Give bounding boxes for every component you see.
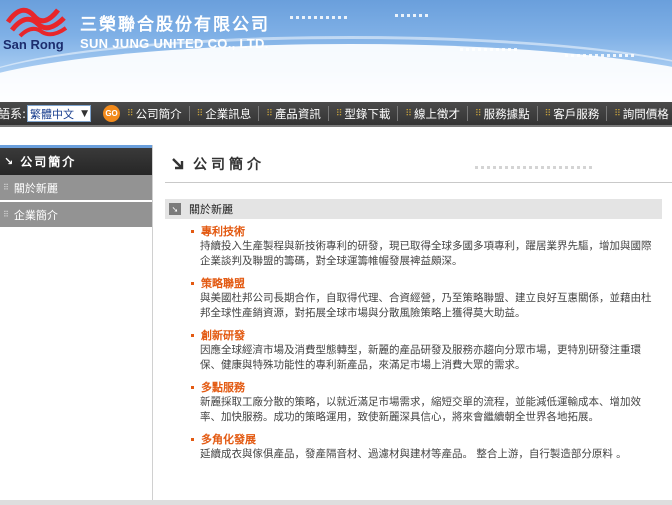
nav-bullet-icon: ⠿ (196, 108, 204, 119)
list-item-line: 企業談判及聯盟的籌碼，對全球運籌帷幄發展裨益頗深。 (200, 255, 463, 267)
company-logo-icon[interactable] (4, 0, 74, 40)
main-nav-bar: 語系: 繁體中文 ▼ GO ⠿ 公司簡介 ⠿ 企業訊息 ⠿ 產品資訊 ⠿ 型錄下… (0, 102, 672, 127)
list-item-title: 策略聯盟 (190, 275, 660, 291)
list-item-title: 專利技術 (190, 223, 660, 239)
nav-item-label: 服務據點 (483, 106, 530, 121)
item-title-text: 創新研發 (201, 329, 245, 342)
nav-bullet-icon: ⠿ (405, 108, 412, 119)
nav-item-label: 客戶服務 (553, 106, 600, 121)
nav-item-label: 線上徵才 (414, 106, 461, 121)
main-content: 公司簡介 ➘ 關於新麗 專利技術 持續投入生產製程與新技術專利的研發，現已取得全… (165, 145, 672, 505)
nav-divider (188, 106, 190, 121)
page-title-bar: 公司簡介 (165, 145, 672, 183)
feature-list: 專利技術 持續投入生產製程與新技術專利的研發，現已取得全球多國多項專利，躍居業界… (190, 223, 660, 462)
list-item-title: 創新研發 (190, 327, 660, 343)
nav-item-label: 型錄下載 (344, 106, 391, 121)
section-header: ➘ 關於新麗 (165, 199, 662, 219)
list-item: 多角化發展 延續成衣與傢俱產品，發產隔音材、過濾材與建材等產品。 整合上游，自行… (190, 431, 660, 462)
decorative-dots (460, 40, 530, 59)
nav-item-products[interactable]: ⠿ 產品資訊 (266, 106, 321, 122)
language-select[interactable]: 繁體中文 ▼ (27, 105, 92, 122)
nav-item-catalog-download[interactable]: ⠿ 型錄下載 (336, 106, 391, 122)
arrow-down-right-icon (172, 157, 184, 169)
nav-item-news[interactable]: ⠿ 企業訊息 (197, 106, 252, 122)
arrow-right-icon: ➘ (169, 203, 181, 215)
footer-divider (0, 500, 672, 505)
nav-divider (606, 106, 608, 121)
nav-divider (467, 106, 469, 121)
item-title-text: 多角化發展 (201, 433, 256, 446)
decorative-dots (475, 157, 645, 176)
site-header: San Rong 三榮聯合股份有限公司 SUN JUNG UNITED CO.,… (0, 0, 672, 102)
nav-item-about[interactable]: ⠿ 公司簡介 (127, 106, 182, 122)
nav-item-locations[interactable]: ⠿ 服務據點 (475, 106, 530, 122)
item-title-text: 專利技術 (201, 225, 245, 238)
nav-bullet-icon: ⠿ (335, 108, 343, 119)
grid-bullet-icon: ⠿ (3, 210, 9, 219)
sidebar-item-about-sinlee[interactable]: ⠿ 關於新麗 (0, 175, 152, 202)
list-item-line: 新麗採取工廠分散的策略，以就近滿足市場需求，縮短交單的流程，並能減低運輸成本、增… (200, 396, 641, 408)
arrow-down-right-icon: ↘ (4, 155, 16, 168)
bullet-icon (191, 437, 194, 441)
nav-bullet-icon: ⠿ (127, 108, 134, 119)
decorative-dots (395, 6, 435, 25)
sidebar: ↘ 公司簡介 ⠿ 關於新麗 ⠿ 企業簡介 (0, 145, 153, 505)
item-title-text: 多點服務 (201, 381, 245, 394)
list-item-line: 延續成衣與傢俱產品，發產隔音材、過濾材與建材等產品。 整合上游，自行製造部分原料… (200, 448, 627, 460)
sidebar-item-label: 企業簡介 (13, 208, 58, 222)
chevron-down-icon: ▼ (81, 108, 89, 119)
nav-item-price-inquiry[interactable]: ⠿ 詢問價格 (614, 106, 669, 122)
nav-item-label: 企業訊息 (205, 106, 252, 121)
nav-item-label: 公司簡介 (135, 106, 182, 121)
language-label: 語系: (0, 107, 27, 121)
go-button[interactable]: GO (103, 105, 121, 122)
nav-bullet-icon: ⠿ (614, 108, 621, 119)
sidebar-title-label: 公司簡介 (20, 155, 77, 169)
company-name-english: SUN JUNG UNITED CO., LTD. (80, 36, 269, 51)
list-item-line: 持續投入生產製程與新技術專利的研發，現已取得全球多國多項專利，躍居業界先驅，增加… (200, 240, 652, 252)
nav-item-customer-service[interactable]: ⠿ 客戶服務 (545, 106, 600, 122)
language-select-value: 繁體中文 (30, 107, 75, 121)
nav-item-careers[interactable]: ⠿ 線上徵才 (405, 106, 460, 122)
decorative-dots (290, 8, 360, 27)
list-item-title: 多角化發展 (190, 431, 660, 447)
nav-divider (397, 106, 399, 121)
list-item-line: 與美國杜邦公司長期合作，自取得代理、合資經營，乃至策略聯盟、建立良好互惠關係，並… (200, 292, 652, 304)
company-name-chinese: 三榮聯合股份有限公司 (80, 15, 270, 35)
list-item: 多點服務 新麗採取工廠分散的策略，以就近滿足市場需求，縮短交單的流程，並能減低運… (190, 379, 660, 425)
nav-item-label: 產品資訊 (274, 106, 321, 121)
bullet-icon (191, 229, 194, 233)
list-item-title: 多點服務 (190, 379, 660, 395)
sidebar-item-company-profile[interactable]: ⠿ 企業簡介 (0, 202, 152, 229)
nav-bullet-icon: ⠿ (266, 108, 273, 119)
bullet-icon (191, 281, 194, 285)
page-title: 公司簡介 (193, 156, 265, 173)
nav-bullet-icon: ⠿ (544, 108, 552, 119)
sidebar-item-label: 關於新麗 (13, 181, 58, 195)
list-item-line: 邦全球性產銷資源，對拓展全球市場與分散風險策略上獲得莫大助益。 (200, 307, 526, 319)
logo-text: San Rong (3, 37, 64, 52)
list-item: 策略聯盟 與美國杜邦公司長期合作，自取得代理、合資經營，乃至策略聯盟、建立良好互… (190, 275, 660, 321)
grid-bullet-icon: ⠿ (3, 183, 9, 192)
list-item: 創新研發 因應全球經濟市場及消費型態轉型，新麗的產品研發及服務亦趨向分眾市場，更… (190, 327, 660, 373)
bullet-icon (191, 333, 194, 337)
section-title: 關於新麗 (189, 203, 233, 216)
nav-divider (258, 106, 260, 121)
nav-item-label: 詢問價格 (622, 106, 669, 121)
list-item: 專利技術 持續投入生產製程與新技術專利的研發，現已取得全球多國多項專利，躍居業界… (190, 223, 660, 269)
nav-divider (536, 106, 538, 121)
nav-divider (327, 106, 329, 121)
list-item-line: 率、加快服務。成功的策略運用，致使新麗深具信心，將來會繼續朝全世界各地拓展。 (200, 411, 599, 423)
list-item-line: 因應全球經濟市場及消費型態轉型，新麗的產品研發及服務亦趨向分眾市場，更特別研發注… (200, 344, 641, 356)
sidebar-title: ↘ 公司簡介 (0, 145, 152, 175)
item-title-text: 策略聯盟 (201, 277, 245, 290)
nav-bullet-icon: ⠿ (475, 108, 482, 119)
decorative-dots (565, 46, 665, 65)
bullet-icon (191, 385, 194, 389)
list-item-line: 保、健康與特殊功能性的專利新產品，來滿足市場上消費大眾的需求。 (200, 359, 526, 371)
